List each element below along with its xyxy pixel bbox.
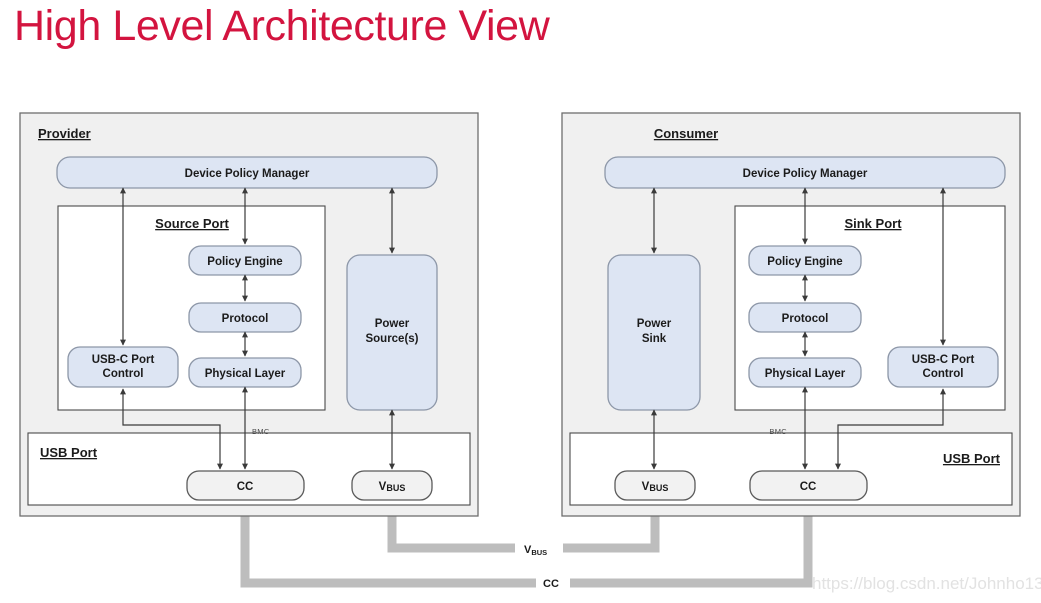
vbus-cable-label-sub: BUS — [531, 548, 547, 557]
provider-cc-pin-label: CC — [237, 481, 254, 493]
power-sink-label-line1: Power — [637, 318, 672, 330]
provider-vbus-pin-label-sub: BUS — [386, 483, 405, 493]
provider-usb-c-port-control-label-line2: Control — [103, 368, 144, 380]
provider-physical-layer-label: Physical Layer — [205, 368, 286, 380]
consumer-usb-c-port-control-box[interactable] — [887, 346, 999, 388]
provider-usb-c-port-control-box[interactable] — [67, 346, 179, 388]
provider-panel-label: Provider — [38, 126, 91, 141]
consumer-physical-layer-label: Physical Layer — [765, 368, 846, 380]
provider-usb-c-port-control-label-line1: USB-C Port — [92, 354, 155, 366]
provider-bmc-label: BMC — [252, 427, 270, 436]
consumer-vbus-pin-label: VBUS — [642, 481, 669, 493]
consumer-usb-c-port-control-label-line1: USB-C Port — [912, 354, 975, 366]
consumer-protocol-label: Protocol — [782, 313, 829, 325]
cc-cable-label: CC — [543, 578, 559, 590]
provider-device-policy-manager-label: Device Policy Manager — [185, 168, 310, 180]
consumer-vbus-pin-label-sub: BUS — [649, 483, 668, 493]
provider-panel[interactable]: Provider Device Policy Manager Source Po… — [19, 112, 479, 517]
consumer-policy-engine-label: Policy Engine — [767, 256, 842, 268]
sink-port-label: Sink Port — [844, 216, 902, 231]
power-source-label-line2: Source(s) — [365, 333, 418, 345]
consumer-cc-pin-label: CC — [800, 481, 817, 493]
consumer-usb-port-label: USB Port — [943, 451, 1001, 466]
watermark: https://blog.csdn.net/Johnho130 — [812, 574, 1041, 593]
source-port-label: Source Port — [155, 216, 229, 231]
architecture-diagram: Provider Device Policy Manager Source Po… — [19, 112, 1041, 593]
consumer-device-policy-manager-label: Device Policy Manager — [743, 168, 868, 180]
consumer-usb-c-port-control-label-line2: Control — [923, 368, 964, 380]
provider-policy-engine-label: Policy Engine — [207, 256, 282, 268]
provider-usb-port-label: USB Port — [40, 445, 98, 460]
consumer-bmc-label: BMC — [769, 427, 787, 436]
consumer-panel-label: Consumer — [654, 126, 718, 141]
power-source-label-line1: Power — [375, 318, 410, 330]
provider-vbus-pin-label: VBUS — [379, 481, 406, 493]
provider-protocol-label: Protocol — [222, 313, 269, 325]
consumer-panel[interactable]: Consumer Device Policy Manager Sink Port… — [561, 112, 1021, 517]
power-sink-label-line2: Sink — [642, 333, 667, 345]
